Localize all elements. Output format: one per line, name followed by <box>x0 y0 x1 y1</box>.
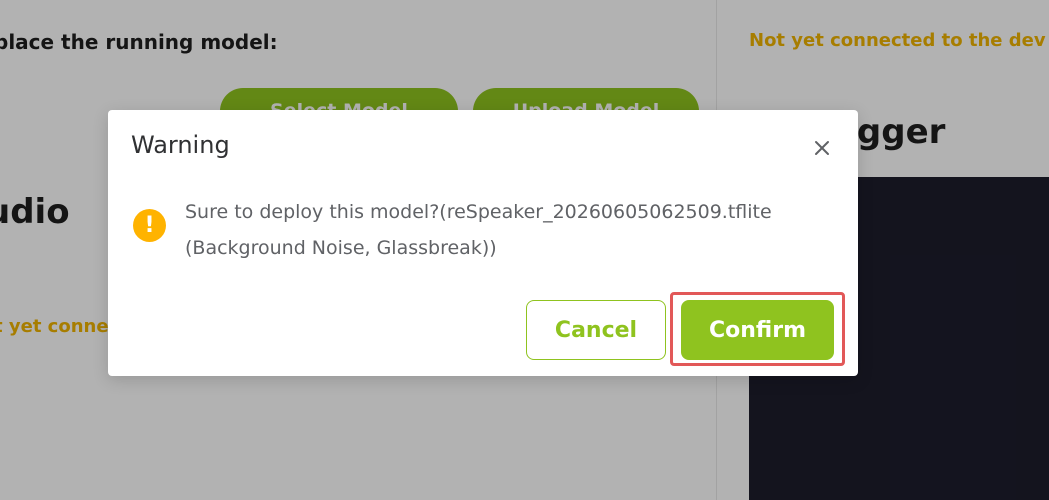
close-icon[interactable] <box>808 134 836 162</box>
cancel-button[interactable]: Cancel <box>526 300 666 360</box>
dialog-title: Warning <box>131 131 230 159</box>
confirm-button[interactable]: Confirm <box>681 300 834 360</box>
dialog-message: Sure to deploy this model?(reSpeaker_202… <box>185 201 772 259</box>
warning-dialog: Warning ! Sure to deploy this model?(reS… <box>108 110 858 376</box>
warning-icon: ! <box>133 209 166 242</box>
